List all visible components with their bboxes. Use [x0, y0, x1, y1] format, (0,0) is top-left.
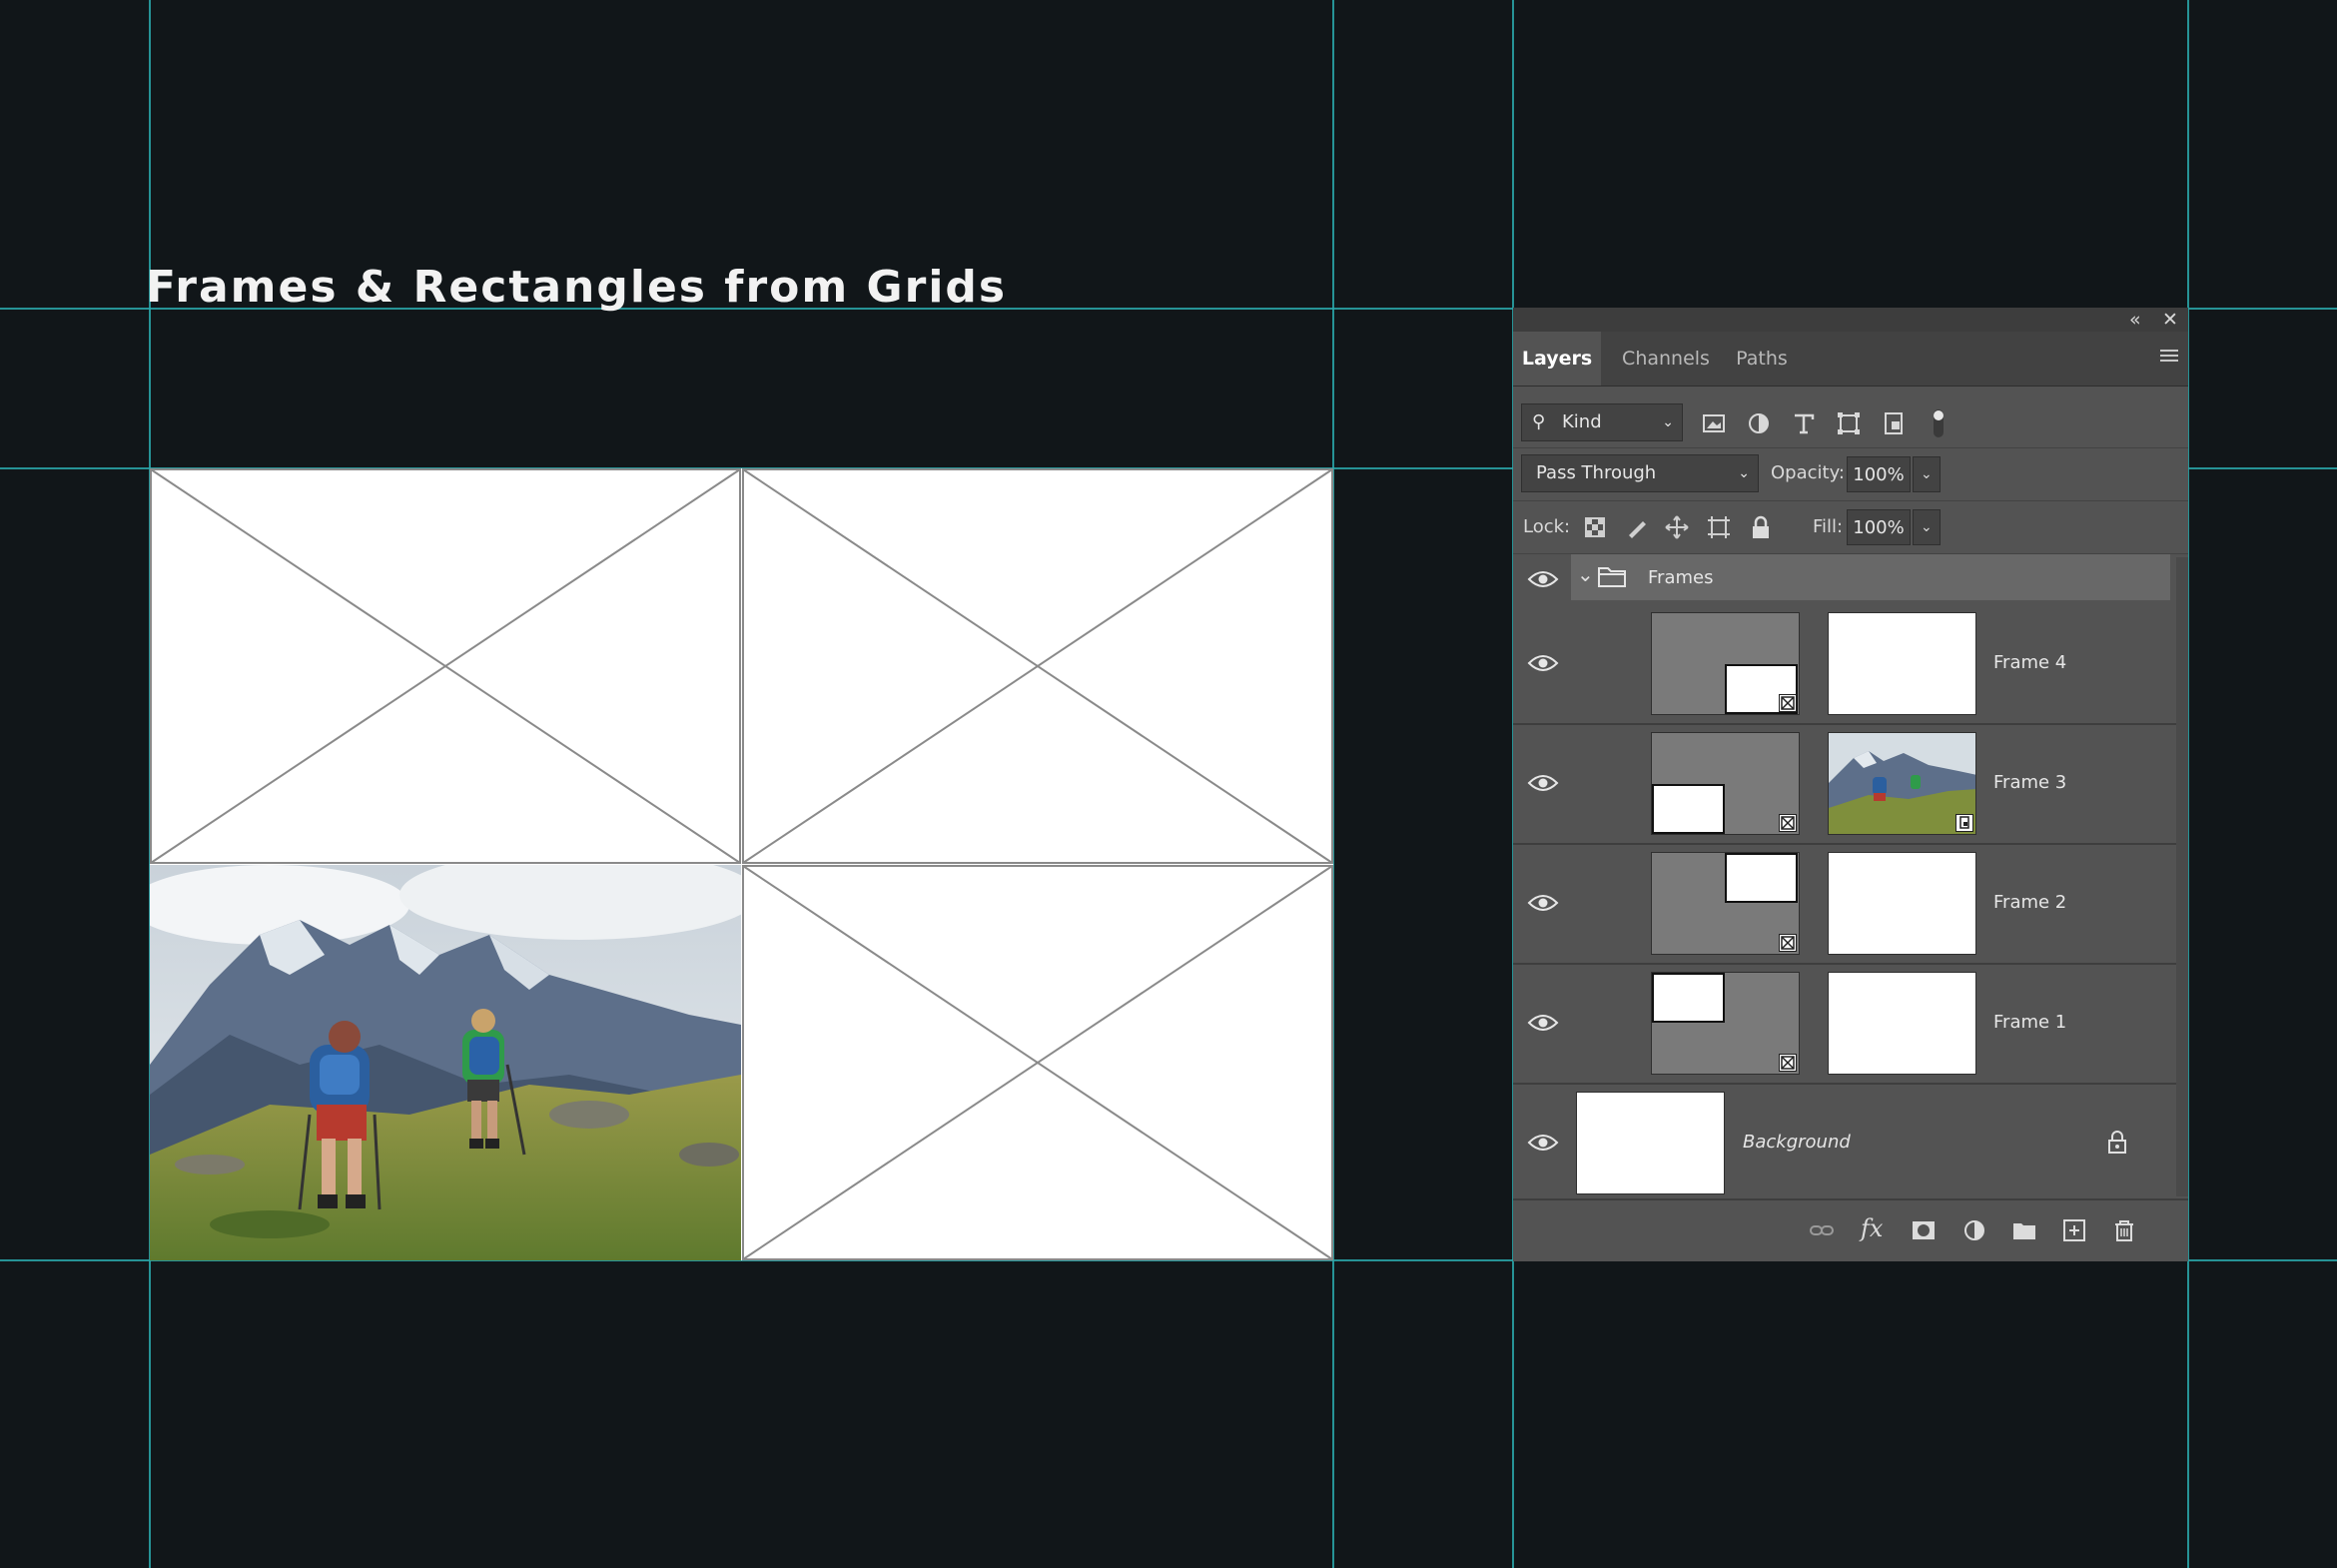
fill-input[interactable]: 100% — [1847, 509, 1911, 545]
tab-channels[interactable]: Channels — [1611, 332, 1721, 386]
layer-row-background[interactable]: Background — [1513, 1084, 2176, 1202]
lock-row: Lock: Fill: 100% ⌄ — [1513, 501, 2188, 554]
frame-shape-thumbnail[interactable] — [1651, 732, 1800, 835]
panel-footer: fx — [1513, 1198, 2188, 1261]
filter-toggle-icon[interactable] — [1923, 407, 1954, 439]
blend-mode-select[interactable]: Pass Through ⌄ — [1521, 454, 1759, 492]
filter-kind-select[interactable]: ⚲ Kind ⌄ — [1521, 403, 1683, 441]
adjustment-layer-icon[interactable] — [1960, 1216, 1988, 1244]
eye-icon[interactable] — [1527, 652, 1559, 674]
frame-content-thumbnail-photo[interactable] — [1828, 732, 1976, 835]
smart-object-filter-icon[interactable] — [1878, 407, 1910, 439]
smart-object-badge-icon — [1955, 814, 1973, 832]
tab-paths[interactable]: Paths — [1726, 332, 1798, 386]
frame-badge-icon — [1779, 694, 1797, 712]
filter-row: ⚲ Kind ⌄ — [1513, 397, 2188, 448]
frame-content-thumbnail[interactable] — [1828, 852, 1976, 955]
frame-content-thumbnail[interactable] — [1828, 612, 1976, 715]
fill-dropdown-button[interactable]: ⌄ — [1913, 509, 1941, 545]
frame-badge-icon — [1779, 934, 1797, 952]
delete-layer-icon[interactable] — [2110, 1216, 2138, 1244]
chevron-down-icon: ⌄ — [1662, 414, 1674, 430]
layer-name[interactable]: Frame 1 — [1993, 1011, 2066, 1035]
group-name[interactable]: Frames — [1648, 566, 1713, 590]
fill-label: Fill: — [1813, 516, 1844, 537]
layer-group-frames[interactable]: ⌄ Frames — [1513, 554, 2176, 604]
eye-icon[interactable] — [1527, 1012, 1559, 1034]
frame-shape-thumbnail[interactable] — [1651, 972, 1800, 1075]
eye-icon[interactable] — [1527, 1132, 1559, 1154]
frame-3-photo[interactable] — [150, 865, 741, 1260]
frame-4-placeholder[interactable] — [742, 865, 1333, 1260]
add-mask-icon[interactable] — [1910, 1216, 1938, 1244]
new-layer-icon[interactable] — [2060, 1216, 2088, 1244]
chevron-down-icon: ⌄ — [1921, 466, 1933, 482]
adjustment-filter-icon[interactable] — [1743, 407, 1775, 439]
frame-position-indicator — [1652, 784, 1725, 834]
blend-row: Pass Through ⌄ Opacity: 100% ⌄ — [1513, 448, 2188, 501]
chevron-down-icon: ⌄ — [1921, 519, 1933, 535]
folder-icon — [1598, 567, 1626, 587]
frame-badge-icon — [1779, 814, 1797, 832]
layer-name[interactable]: Frame 4 — [1993, 651, 2066, 675]
layer-row-frame-4[interactable]: Frame 4 — [1513, 604, 2176, 725]
page-title: Frames & Rectangles from Grids — [146, 262, 1008, 313]
double-chevron-left-icon[interactable]: « — [2129, 308, 2141, 332]
chevron-down-icon: ⌄ — [1738, 465, 1750, 481]
new-group-icon[interactable] — [2010, 1216, 2038, 1244]
frame-shape-thumbnail[interactable] — [1651, 852, 1800, 955]
layers-scrollbar[interactable] — [2176, 557, 2188, 1196]
lock-artboard-icon[interactable] — [1705, 513, 1733, 541]
frame-shape-thumbnail[interactable] — [1651, 612, 1800, 715]
layers-panel: « ✕ Layers Channels Paths ⚲ Kind ⌄ Pass … — [1513, 308, 2188, 1261]
layer-row-frame-3[interactable]: Frame 3 — [1513, 724, 2176, 845]
panel-tabs: Layers Channels Paths — [1513, 332, 2188, 387]
lock-transparent-pixels-icon[interactable] — [1581, 513, 1609, 541]
frame-position-indicator — [1725, 853, 1798, 903]
lock-icon — [2108, 1131, 2126, 1154]
filter-kind-label: Kind — [1562, 411, 1602, 432]
shape-filter-icon[interactable] — [1833, 407, 1865, 439]
frame-position-indicator — [1652, 973, 1725, 1023]
frame-badge-icon — [1779, 1054, 1797, 1072]
opacity-label: Opacity: — [1771, 462, 1845, 483]
eye-icon[interactable] — [1527, 892, 1559, 914]
lock-image-pixels-icon[interactable] — [1623, 513, 1651, 541]
image-filter-icon[interactable] — [1698, 407, 1730, 439]
fx-icon[interactable]: fx — [1861, 1214, 1889, 1242]
frame-2-placeholder[interactable] — [742, 468, 1333, 864]
link-layers-icon[interactable] — [1808, 1216, 1836, 1244]
lock-all-icon[interactable] — [1747, 513, 1775, 541]
blend-mode-value: Pass Through — [1536, 462, 1657, 483]
panel-title-bar: « ✕ — [1513, 308, 2188, 332]
layer-name[interactable]: Frame 2 — [1993, 891, 2066, 915]
lock-label: Lock: — [1523, 516, 1571, 537]
opacity-value: 100% — [1853, 464, 1905, 485]
close-icon[interactable]: ✕ — [2162, 308, 2178, 332]
layer-name[interactable]: Frame 3 — [1993, 771, 2066, 795]
layer-row-frame-1[interactable]: Frame 1 — [1513, 964, 2176, 1085]
layer-row-frame-2[interactable]: Frame 2 — [1513, 844, 2176, 965]
search-icon: ⚲ — [1532, 411, 1546, 432]
eye-icon[interactable] — [1527, 568, 1559, 590]
panel-menu-icon[interactable] — [2160, 350, 2178, 364]
tab-layers[interactable]: Layers — [1513, 332, 1601, 386]
frame-content-thumbnail[interactable] — [1828, 972, 1976, 1075]
lock-position-icon[interactable] — [1663, 513, 1691, 541]
eye-icon[interactable] — [1527, 772, 1559, 794]
document-canvas[interactable] — [150, 468, 1333, 1260]
type-filter-icon[interactable] — [1788, 407, 1820, 439]
chevron-down-icon[interactable]: ⌄ — [1577, 562, 1594, 586]
layer-name-background[interactable]: Background — [1743, 1131, 1851, 1155]
background-thumbnail[interactable] — [1576, 1092, 1725, 1194]
fill-value: 100% — [1853, 517, 1905, 538]
frame-4-placeholder[interactable] — [150, 468, 741, 864]
opacity-input[interactable]: 100% — [1847, 456, 1911, 492]
opacity-dropdown-button[interactable]: ⌄ — [1913, 456, 1941, 492]
